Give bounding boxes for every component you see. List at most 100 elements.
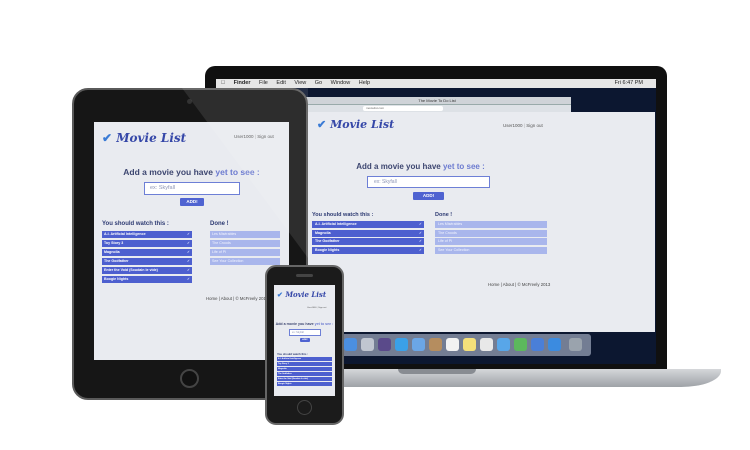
phone-home-button[interactable] [297,400,312,415]
browser-titlebar: The Movie To Do List [303,97,571,105]
launchpad-icon[interactable] [361,338,374,351]
footer-home-link[interactable]: Home [488,282,499,287]
signout-link[interactable]: Sign out [526,123,543,128]
phone-speaker [296,274,313,277]
watch-item-label: Magnolia [104,250,120,254]
menu-help[interactable]: Help [359,80,370,86]
mission-control-icon[interactable] [378,338,391,351]
check-icon[interactable]: ✓ [419,238,422,245]
trash-icon[interactable] [569,338,582,351]
menu-finder[interactable]: Finder [234,80,251,86]
done-item[interactable]: The Croods [435,229,547,237]
add-button[interactable]: ADD! [413,192,444,200]
check-icon[interactable]: ✓ [187,276,190,283]
add-button[interactable]: ADD! [300,338,310,342]
calendar-icon[interactable] [446,338,459,351]
user-link[interactable]: User1000 [307,307,317,309]
check-icon[interactable]: ✓ [187,249,190,256]
check-icon[interactable]: ✓ [187,258,190,265]
logo[interactable]: ✔ Movie List [317,118,394,131]
watch-item[interactable]: Boogie Nights [277,382,332,386]
watch-item[interactable]: A.I. Artificial Intelligence ✓ [102,231,192,238]
checkmark-icon: ✔ [102,131,113,145]
check-icon[interactable]: ✓ [187,240,190,247]
menu-window[interactable]: Window [331,80,351,86]
top-nav: User1000 | Sign out [307,307,326,309]
check-icon[interactable]: ✓ [187,267,190,274]
laptop-notch [398,369,476,374]
menu-clock[interactable]: Fri 6:47 PM [615,79,643,88]
heading-main: Add a movie you have [356,162,443,171]
movie-input[interactable]: ex: Skyfall [367,176,490,188]
movie-input[interactable]: ex: Skyfall [144,182,240,195]
facetime-icon[interactable] [514,338,527,351]
signout-link[interactable]: Sign out [318,307,326,309]
mac-dock [336,334,591,356]
done-list-title: Done ! [210,221,229,227]
tablet-app-page: ✔ Movie List User1000 | Sign out Add a m… [94,122,289,360]
see-collection-link[interactable]: See Your Collection [210,258,280,265]
watch-item[interactable]: Magnolia ✓ [102,249,192,256]
check-icon[interactable]: ✓ [187,231,190,238]
check-icon[interactable]: ✓ [419,221,422,228]
done-item[interactable]: Life of Pi [210,249,280,256]
tablet-home-button[interactable] [180,369,199,388]
itunes-icon[interactable] [531,338,544,351]
messages-icon[interactable] [497,338,510,351]
apple-icon[interactable]:  [221,80,225,86]
done-item[interactable]: Les Misérables [210,231,280,238]
contacts-icon[interactable] [429,338,442,351]
footer-about-link[interactable]: About [503,282,514,287]
notes-icon[interactable] [463,338,476,351]
finder-icon[interactable] [344,338,357,351]
see-collection-link[interactable]: See Your Collection [435,247,547,255]
reminders-icon[interactable] [480,338,493,351]
watch-item[interactable]: Toy Story 3 [277,362,332,366]
watch-item[interactable]: Toy Story 3 ✓ [102,240,192,247]
watch-item[interactable]: A.I. Artificial Intelligence [277,357,332,361]
check-icon[interactable]: ✓ [419,230,422,237]
menu-view[interactable]: View [294,80,306,86]
watch-item[interactable]: Enter the Void (Soudain le vide) [277,377,332,381]
watch-item[interactable]: The Godfather [277,372,332,376]
watch-item[interactable]: A.I. Artificial Intelligence ✓ [312,221,424,228]
watch-item[interactable]: The Godfather ✓ [102,258,192,265]
done-item[interactable]: The Croods [210,240,280,247]
logo[interactable]: ✔ Movie List [102,131,186,145]
logo-text: Movie List [330,118,395,131]
watch-list-title: You should watch this : [102,221,169,227]
app-store-icon[interactable] [548,338,561,351]
heading-main: Add a movie you have [275,322,315,326]
logo[interactable]: ✔ Movie List [277,290,326,299]
watch-item[interactable]: The Godfather ✓ [312,238,424,246]
heading-accent: yet to see : [215,167,260,177]
menu-go[interactable]: Go [315,80,322,86]
footer-about-link[interactable]: About [221,296,232,301]
watch-item[interactable]: Boogie Nights ✓ [102,276,192,283]
user-link[interactable]: User1000 [503,123,523,128]
browser-title: The Movie To Do List [418,98,456,103]
add-button[interactable]: ADD! [180,198,204,206]
top-nav: User1000 | Sign out [503,123,543,128]
watch-item[interactable]: Magnolia ✓ [312,229,424,237]
watch-item[interactable]: Magnolia [277,367,332,371]
signout-link[interactable]: Sign out [257,134,274,139]
done-item[interactable]: Life of Pi [435,238,547,246]
watch-item-label: The Godfather [278,373,292,375]
watch-item[interactable]: Boogie Nights ✓ [312,247,424,255]
watch-item[interactable]: Enter the Void (Soudain le vide) ✓ [102,267,192,274]
movie-input[interactable]: ex: Skyfall [289,329,321,336]
watch-list: A.I. Artificial Intelligence ✓ Toy Story … [102,231,192,285]
safari-icon[interactable] [395,338,408,351]
check-icon[interactable]: ✓ [419,247,422,254]
url-field[interactable]: movielist.com [363,106,443,111]
mail-icon[interactable] [412,338,425,351]
see-collection-label: See Your Collection [438,248,470,253]
watch-item-label: A.I. Artificial Intelligence [104,232,146,236]
done-item[interactable]: Les Misérables [435,221,547,228]
footer-home-link[interactable]: Home [206,296,217,301]
menu-edit[interactable]: Edit [276,80,285,86]
menu-file[interactable]: File [259,80,268,86]
watch-item-label: A.I. Artificial Intelligence [278,358,302,360]
user-link[interactable]: User1000 [234,134,254,139]
